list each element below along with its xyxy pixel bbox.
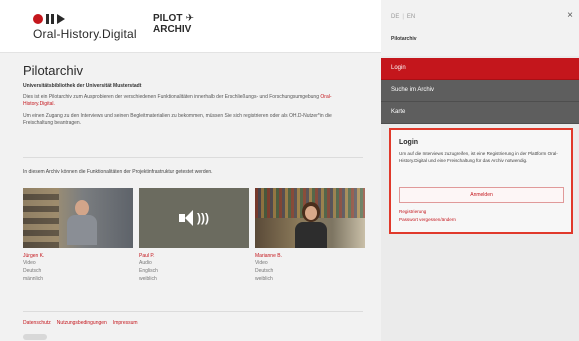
footer-link-privacy[interactable]: Datenschutz [23,320,51,326]
sidebar-panel: DE | EN × Pilotarchiv Login Suche im Archi… [381,0,579,341]
interview-language: Deutsch [255,268,274,274]
page-title: Pilotarchiv [23,63,83,78]
airplane-icon: ✈ [185,13,194,24]
interview-card[interactable]: Marianne B. Video Deutsch weiblich [255,188,365,283]
lang-en[interactable]: EN [407,14,415,20]
panel-menu: Login Suche im Archiv Karte [381,58,579,124]
lang-de[interactable]: DE [391,14,399,20]
interviewee-figure [295,202,327,248]
close-icon[interactable]: × [567,10,573,21]
functions-text: In diesem Archiv können die Funktionalit… [23,169,213,175]
pilot-archiv-logo[interactable]: PILOT ✈ ARCHIV [153,13,194,35]
password-link[interactable]: Passwort vergessen/ändern [399,217,456,222]
interview-thumbnail[interactable] [23,188,133,248]
interview-cards: Jürgen K. Video Deutsch männlich ))) Pau… [23,188,365,283]
interview-card[interactable]: Jürgen K. Video Deutsch männlich [23,188,133,283]
pilot-logo-line1: PILOT [153,13,183,24]
interview-card[interactable]: ))) Paul P. Audio Englisch weiblich [139,188,249,283]
login-description: Um auf die Interviews zuzugreifen, ist e… [399,151,558,163]
footer-links: Datenschutz Nutzungsbedingungen Impressu… [23,320,138,326]
speaker-icon: ))) [179,210,209,226]
panel-title: Pilotarchiv [391,36,417,42]
menu-item-map[interactable]: Karte [381,102,579,124]
pilot-logo-line2: ARCHIV [153,24,192,35]
play-icon [57,14,65,24]
interviewee-gender: männlich [23,276,44,282]
record-icon [33,14,43,24]
ohd-logo-icons[interactable] [33,14,65,24]
intro-text: Dies ist ein Pilotarchiv zum Ausprobiere… [23,94,319,100]
scroll-indicator [23,334,47,340]
intro-paragraph: Dies ist ein Pilotarchiv zum Ausprobiere… [23,94,363,108]
access-paragraph: Um einen Zugang zu den Interviews und se… [23,113,332,126]
menu-item-login[interactable]: Login [381,58,579,80]
menu-item-search[interactable]: Suche im Archiv [381,80,579,102]
interview-language: Deutsch [23,268,42,274]
media-type: Video [23,260,36,266]
language-switcher: DE | EN [391,14,416,20]
footer-divider [23,311,363,312]
site-header: Oral-History.Digital PILOT ✈ ARCHIV [0,0,381,53]
register-link[interactable]: Registrierung [399,209,426,214]
pause-icon [46,14,54,24]
login-title: Login [399,139,419,146]
login-box: Login Um auf die Interviews zuzugreifen,… [389,128,573,234]
section-divider [23,157,363,158]
thumbnail-shelf [23,188,59,248]
interview-thumbnail[interactable] [255,188,365,248]
login-button[interactable]: Anmelden [399,187,564,203]
panel-header: DE | EN × Pilotarchiv [381,0,579,56]
interview-language: Englisch [139,268,158,274]
page: Oral-History.Digital PILOT ✈ ARCHIV Pilot… [0,0,579,341]
media-type: Video [255,260,268,266]
footer-link-terms[interactable]: Nutzungsbedingungen [57,320,107,326]
interview-thumbnail[interactable]: ))) [139,188,249,248]
institution-name: Universitätsbibliothek der Universität M… [23,83,142,89]
main-content: Pilotarchiv Universitätsbibliothek der U… [0,53,381,341]
site-logo-text[interactable]: Oral-History.Digital [33,27,137,41]
intro-section: Pilotarchiv Universitätsbibliothek der U… [23,63,363,132]
footer-link-imprint[interactable]: Impressum [113,320,138,326]
interviewee-figure [67,200,97,245]
media-type: Audio [139,260,152,266]
interviewee-gender: weiblich [255,276,273,282]
interviewee-gender: weiblich [139,276,157,282]
